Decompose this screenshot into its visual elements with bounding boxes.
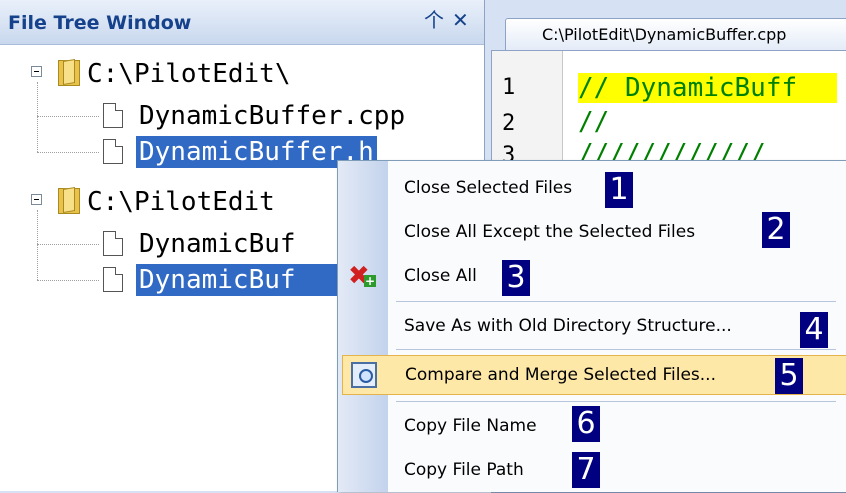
- tree-node-label: DynamicBuf: [139, 229, 296, 259]
- code-line: //: [578, 107, 610, 137]
- number-badge: 3: [502, 260, 530, 296]
- menu-item-compare-merge[interactable]: Compare and Merge Selected Files...: [342, 355, 846, 395]
- menu-item-label: Save As with Old Directory Structure...: [404, 316, 732, 336]
- tree-node-label: DynamicBuffer.cpp: [139, 101, 406, 131]
- file-icon: [103, 103, 123, 128]
- menu-separator: [396, 349, 836, 350]
- number-badge: 5: [775, 358, 803, 394]
- file-icon: [103, 139, 123, 164]
- menu-item-label: Close Selected Files: [404, 178, 573, 198]
- menu-item-label: Copy File Path: [404, 460, 524, 480]
- file-icon: [103, 267, 123, 292]
- close-all-icon: ✖ +: [348, 261, 376, 291]
- close-icon[interactable]: ✕: [452, 8, 469, 32]
- tree-node-file[interactable]: DynamicBuffer.cpp: [0, 98, 484, 134]
- line-number: 1: [502, 75, 516, 100]
- folder-icon: [58, 188, 80, 214]
- menu-item-label: Compare and Merge Selected Files...: [405, 365, 716, 385]
- editor-tab[interactable]: C:\PilotEdit\DynamicBuffer.cpp: [505, 18, 846, 51]
- number-badge: 6: [572, 406, 600, 442]
- context-menu: Close Selected Files Close All Except th…: [337, 160, 846, 492]
- folder-icon: [58, 60, 80, 86]
- file-icon: [103, 231, 123, 256]
- menu-item-label: Close All: [404, 266, 477, 286]
- tree-node-label-selected: DynamicBuf: [136, 264, 356, 296]
- menu-item-copy-file-path[interactable]: Copy File Path: [388, 451, 846, 491]
- number-badge: 1: [605, 172, 633, 208]
- file-tree-title: File Tree Window: [8, 12, 192, 34]
- number-badge: 7: [572, 452, 600, 488]
- collapse-icon[interactable]: [31, 66, 42, 77]
- menu-item-copy-file-name[interactable]: Copy File Name: [388, 407, 846, 447]
- tree-node-folder[interactable]: C:\PilotEdit\: [0, 56, 484, 92]
- tree-node-label: C:\PilotEdit\: [87, 59, 291, 89]
- compare-icon: [351, 362, 377, 388]
- file-tree-title-bar: File Tree Window 个 ✕: [0, 0, 484, 45]
- pin-icon[interactable]: 个: [424, 8, 444, 32]
- collapse-icon[interactable]: [31, 194, 42, 205]
- code-line: // DynamicBuff: [578, 73, 838, 103]
- menu-separator: [396, 301, 836, 302]
- menu-item-label: Close All Except the Selected Files: [404, 222, 696, 242]
- tree-node-label: C:\PilotEdit: [87, 187, 275, 217]
- line-number: 2: [502, 111, 516, 136]
- menu-item-save-as-old-structure[interactable]: Save As with Old Directory Structure...: [388, 307, 846, 347]
- menu-item-close-all[interactable]: ✖ + Close All: [348, 257, 846, 297]
- number-badge: 2: [762, 212, 790, 248]
- menu-item-label: Copy File Name: [404, 416, 537, 436]
- editor-tab-label: C:\PilotEdit\DynamicBuffer.cpp: [542, 25, 787, 44]
- menu-separator: [396, 401, 836, 402]
- menu-icon-strip: [338, 161, 388, 492]
- number-badge: 4: [800, 312, 828, 348]
